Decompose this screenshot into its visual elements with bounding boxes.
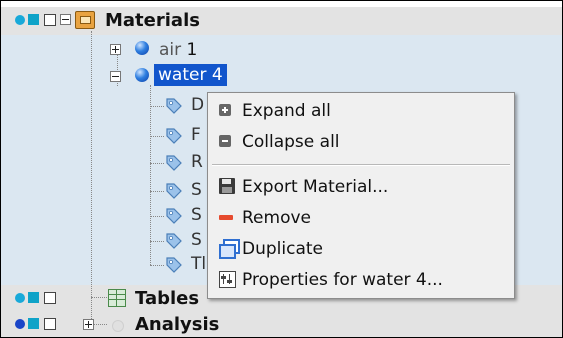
material-name: air xyxy=(159,40,182,60)
cyan-square-icon[interactable] xyxy=(28,292,39,303)
material-property-label: S xyxy=(191,180,202,200)
tree-line xyxy=(150,85,151,265)
analysis-label[interactable]: Analysis xyxy=(135,314,219,335)
tree-line xyxy=(91,297,107,298)
analysis-icon xyxy=(112,320,124,332)
checkbox-icon[interactable] xyxy=(44,318,56,330)
menu-item-expand-all[interactable]: Expand all xyxy=(209,97,513,125)
table-icon xyxy=(108,289,126,307)
property-tag-icon xyxy=(164,126,184,146)
menu-item-label: Expand all xyxy=(242,101,331,121)
duplicate-icon xyxy=(219,239,240,259)
cyan-square-icon[interactable] xyxy=(28,14,39,25)
checkbox-icon[interactable] xyxy=(44,292,56,304)
material-property-label: F xyxy=(191,125,201,145)
material-number: 4 xyxy=(211,65,223,85)
visibility-dot-icon[interactable] xyxy=(15,319,25,329)
properties-icon xyxy=(219,271,236,288)
menu-item-label: Export Material... xyxy=(242,177,389,197)
material-property-label: S xyxy=(191,230,202,250)
checkbox-icon[interactable] xyxy=(44,14,56,26)
remove-icon xyxy=(219,215,233,220)
menu-item-label: Properties for water 4... xyxy=(242,270,443,290)
material-property-label: D xyxy=(191,95,205,115)
tree-line xyxy=(91,31,92,323)
menu-item-label: Remove xyxy=(242,208,311,228)
window-frame: Materials air 1 water 4 D F R S S S Tl Tables … xyxy=(0,0,563,338)
sphere-icon xyxy=(135,68,149,82)
collapse-toggle-icon[interactable] xyxy=(110,71,121,82)
floppy-disk-icon xyxy=(219,178,235,194)
material-property-label: Tl xyxy=(191,254,207,274)
visibility-dot-icon[interactable] xyxy=(15,293,25,303)
material-property-label: S xyxy=(191,205,202,225)
menu-item-label: Duplicate xyxy=(242,239,323,259)
menu-item-remove[interactable]: Remove xyxy=(209,204,513,232)
sphere-icon xyxy=(135,41,149,55)
collapse-all-icon xyxy=(219,135,231,147)
material-name: water xyxy=(158,65,207,85)
expand-toggle-icon[interactable] xyxy=(110,44,121,55)
property-tag-icon xyxy=(164,255,184,275)
material-item-air[interactable]: air 1 xyxy=(159,40,197,60)
cyan-square-icon[interactable] xyxy=(28,318,39,329)
material-item-water[interactable]: water 4 xyxy=(154,64,227,86)
property-tag-icon xyxy=(164,231,184,251)
property-tag-icon xyxy=(164,181,184,201)
menu-item-duplicate[interactable]: Duplicate xyxy=(209,235,513,263)
menu-item-collapse-all[interactable]: Collapse all xyxy=(209,128,513,156)
context-menu: Expand all Collapse all Export Material.… xyxy=(207,92,515,299)
visibility-dot-icon[interactable] xyxy=(15,15,25,25)
tables-label[interactable]: Tables xyxy=(135,288,199,309)
materials-label[interactable]: Materials xyxy=(105,10,200,31)
property-tag-icon xyxy=(164,96,184,116)
menu-separator xyxy=(212,164,510,166)
expand-all-icon xyxy=(219,104,231,116)
property-tag-icon xyxy=(164,206,184,226)
material-number: 1 xyxy=(186,40,198,60)
expand-toggle-icon[interactable] xyxy=(83,319,94,330)
menu-item-label: Collapse all xyxy=(242,132,340,152)
materials-folder-icon xyxy=(75,11,95,29)
menu-item-properties[interactable]: Properties for water 4... xyxy=(209,266,513,294)
material-property-label: R xyxy=(191,152,203,172)
property-tag-icon xyxy=(164,153,184,173)
collapse-toggle-icon[interactable] xyxy=(60,14,71,25)
menu-item-export-material[interactable]: Export Material... xyxy=(209,173,513,201)
